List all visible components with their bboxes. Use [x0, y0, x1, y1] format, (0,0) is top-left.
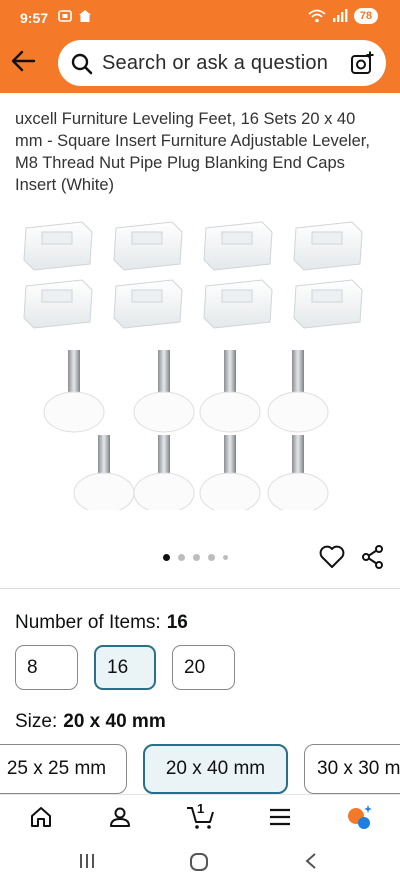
home-button-icon[interactable] — [189, 852, 209, 872]
back-arrow-icon[interactable] — [10, 48, 36, 74]
size-option-25x25[interactable]: 25 x 25 mm — [0, 744, 127, 794]
nav-account[interactable] — [105, 803, 135, 831]
search-placeholder: Search or ask a question — [102, 52, 329, 74]
size-option-20x40[interactable]: 20 x 40 mm — [143, 744, 288, 794]
status-notification-icons — [58, 9, 92, 23]
search-icon — [71, 53, 93, 75]
status-time: 9:57 — [20, 10, 49, 26]
recent-apps-icon[interactable] — [78, 852, 96, 870]
nav-rufus[interactable] — [345, 803, 375, 831]
nav-home[interactable] — [26, 803, 56, 831]
home-notification-icon — [79, 10, 91, 22]
size-label-row: Size: 20 x 40 mm — [15, 711, 166, 733]
signal-icon — [332, 9, 348, 22]
item-count-option-20[interactable]: 20 — [172, 645, 235, 690]
size-selected: 20 x 40 mm — [63, 711, 166, 732]
search-bar[interactable]: Search or ask a question — [58, 40, 386, 86]
number-of-items-selected: 16 — [166, 612, 188, 633]
camera-search-icon[interactable] — [350, 51, 374, 75]
number-of-items-label-row: Number of Items: 16 — [15, 612, 188, 634]
app-header: 9:57 78 Search or ask a question — [0, 0, 400, 93]
size-option-30x30[interactable]: 30 x 30 mm — [304, 744, 400, 794]
system-navigation-bar — [0, 838, 400, 889]
back-button-icon[interactable] — [304, 852, 318, 870]
carousel-dot[interactable] — [208, 554, 215, 561]
image-carousel-dots[interactable] — [163, 554, 228, 561]
screenshot-icon — [58, 10, 72, 22]
bottom-navigation: 1 — [0, 794, 400, 838]
cart-count: 1 — [197, 801, 205, 816]
rufus-icon — [348, 805, 372, 829]
home-icon — [31, 807, 51, 827]
menu-icon — [270, 808, 290, 826]
product-image[interactable] — [18, 210, 382, 510]
battery-indicator: 78 — [353, 8, 378, 24]
carousel-dot[interactable] — [163, 554, 170, 561]
nav-menu[interactable] — [265, 803, 295, 831]
size-label: Size: — [15, 711, 58, 732]
item-count-option-16[interactable]: 16 — [94, 645, 156, 690]
wifi-icon — [308, 9, 326, 23]
number-of-items-label: Number of Items: — [15, 612, 161, 633]
status-right: 78 — [308, 8, 378, 24]
item-count-option-8[interactable]: 8 — [15, 645, 78, 690]
heart-icon[interactable] — [319, 545, 345, 569]
section-divider — [0, 588, 400, 589]
product-title: uxcell Furniture Leveling Feet, 16 Sets … — [15, 110, 370, 194]
share-icon[interactable] — [361, 545, 385, 569]
carousel-dot[interactable] — [193, 554, 200, 561]
account-icon — [110, 807, 130, 827]
carousel-dot[interactable] — [178, 554, 185, 561]
status-bar: 9:57 78 — [0, 0, 400, 36]
carousel-dot[interactable] — [223, 555, 228, 560]
nav-cart[interactable]: 1 — [184, 801, 218, 831]
